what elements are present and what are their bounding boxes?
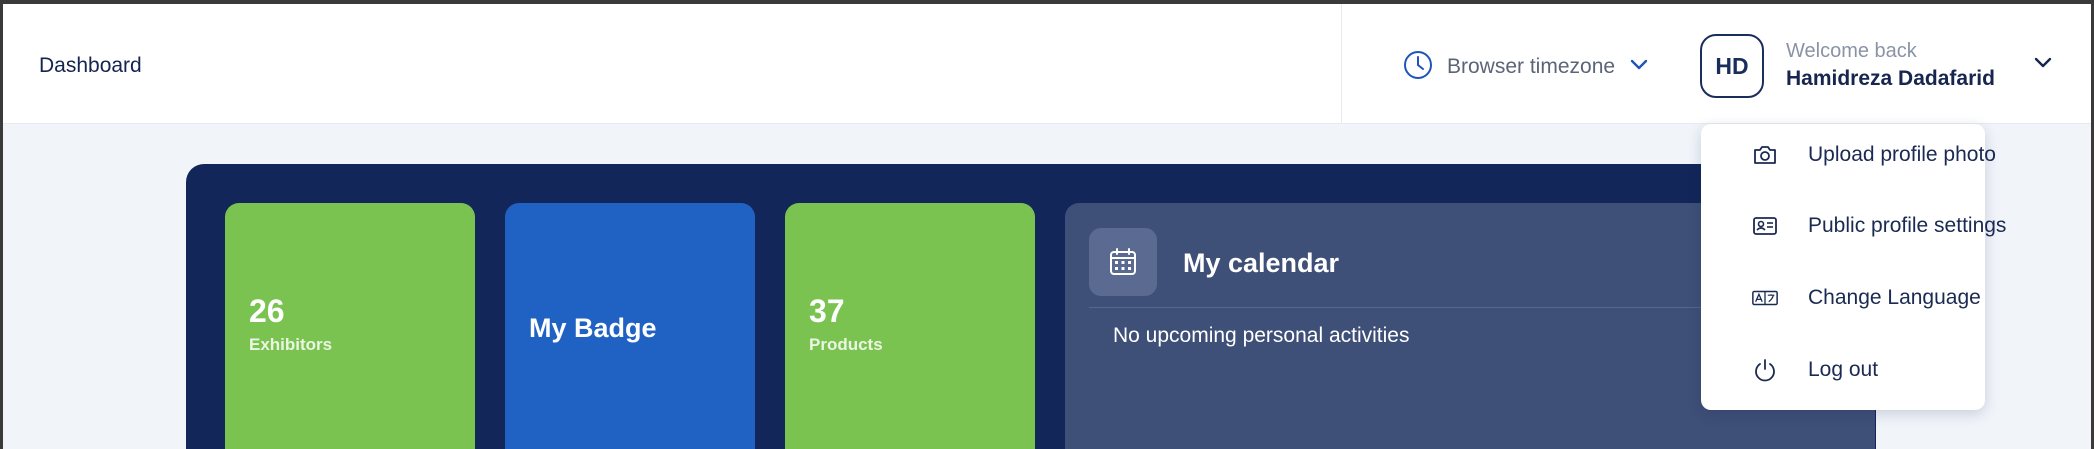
chevron-down-icon [1629,58,1649,77]
exhibitors-label: Exhibitors [249,335,333,354]
user-info: Welcome back Hamidreza Dadafarid [1786,38,1995,94]
user-dropdown-menu: Upload profile photo Public profile sett… [1701,124,2006,410]
user-menu-toggle[interactable]: HD Welcome back Hamidreza Dadafarid [1700,34,1995,98]
menu-item-label: Change Language [1808,286,1981,309]
my-badge-title: My Badge [529,313,657,343]
camera-icon [1751,141,1779,169]
timezone-label: Browser timezone [1447,55,1616,78]
exhibitors-count: 26 [249,293,285,329]
menu-item-profile-settings[interactable]: Public profile settings [1701,196,2006,256]
welcome-text: Welcome back [1786,40,1917,62]
menu-item-label: Log out [1808,358,1879,381]
user-name: Hamidreza Dadafarid [1786,67,1995,90]
my-badge-tile[interactable]: My Badge [505,203,755,449]
menu-item-upload-photo[interactable]: Upload profile photo [1701,125,1996,185]
menu-item-label: Public profile settings [1808,214,2007,237]
timezone-selector[interactable]: Browser timezone [1403,50,1649,84]
page-title: Dashboard [39,54,142,77]
menu-item-change-language[interactable]: Change Language [1701,268,1985,328]
translate-icon [1751,284,1779,312]
top-bar: Dashboard Browser timezone HD Welcome ba… [3,4,2091,124]
calendar-icon [1089,228,1157,296]
clock-icon [1403,50,1433,85]
products-count: 37 [809,293,845,329]
products-tile[interactable]: 37 Products [785,203,1035,449]
chevron-down-icon[interactable] [2033,56,2053,75]
calendar-title: My calendar [1183,248,1340,278]
header-divider [1341,4,1342,124]
power-icon [1751,356,1779,384]
exhibitors-tile[interactable]: 26 Exhibitors [225,203,475,449]
products-label: Products [809,335,883,354]
avatar: HD [1700,34,1764,98]
menu-item-logout[interactable]: Log out [1701,340,1985,400]
id-card-icon [1751,212,1779,240]
menu-item-label: Upload profile photo [1808,143,1996,166]
calendar-empty-message: No upcoming personal activities [1113,324,1410,347]
